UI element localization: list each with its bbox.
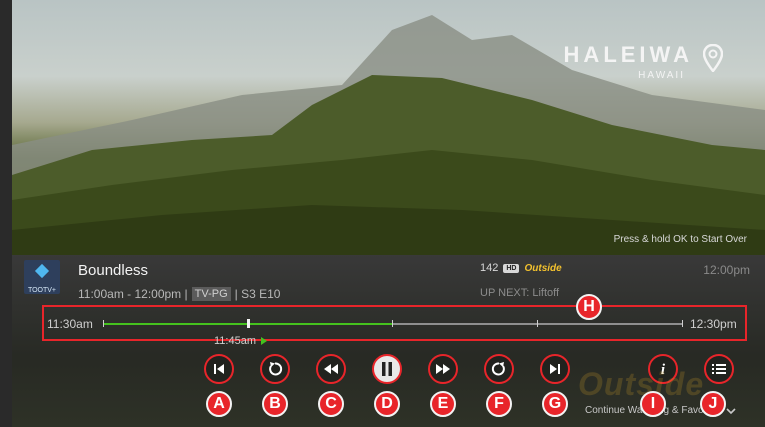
callout-badge-c: C	[318, 391, 344, 417]
callout-badge-b: B	[262, 391, 288, 417]
left-edge	[0, 0, 12, 427]
program-episode: | S3 E10	[234, 287, 281, 301]
timeline-tick	[103, 320, 104, 327]
hd-badge: HD	[503, 263, 520, 273]
location-label: HALEIWA HAWAII	[564, 42, 693, 81]
replay-icon	[269, 362, 283, 376]
player-screen: HALEIWA HAWAII Press & hold OK to Start …	[0, 0, 765, 427]
location-city: HALEIWA	[563, 42, 693, 67]
skip-forward-button[interactable]	[484, 354, 514, 384]
program-meta: 11:00am - 12:00pm | TV-PG | S3 E10	[78, 287, 280, 301]
program-title: Boundless	[78, 262, 149, 279]
rewind-button[interactable]	[316, 354, 346, 384]
callout-badge-a: A	[206, 391, 232, 417]
start-over-hint: Press & hold OK to Start Over	[613, 234, 747, 245]
rewind-icon	[324, 364, 338, 374]
channel-logo: TOOTV+	[24, 260, 60, 294]
callout-badge-i: I	[640, 391, 666, 417]
timeline-end-label: 12:30pm	[690, 317, 737, 331]
skip-forward-icon	[491, 362, 505, 376]
list-button[interactable]	[704, 354, 734, 384]
callout-badge-g: G	[542, 391, 568, 417]
logo-diamond-icon	[34, 263, 50, 279]
location-state: HAWAII	[638, 70, 685, 81]
callout-badge-f: F	[486, 391, 512, 417]
timeline-playhead[interactable]	[247, 319, 250, 328]
skip-next-icon	[550, 364, 560, 374]
chevron-down-icon	[726, 407, 737, 414]
fast-forward-button[interactable]	[428, 354, 458, 384]
logo-text: TOOTV+	[27, 287, 57, 294]
fast-forward-icon	[436, 364, 450, 374]
play-arrow-icon	[261, 337, 267, 345]
network-logo: Outside	[524, 262, 562, 274]
callout-badge-d: D	[374, 391, 400, 417]
skip-previous-button[interactable]	[204, 354, 234, 384]
rating-badge: TV-PG	[191, 287, 231, 301]
pause-button[interactable]	[372, 354, 402, 384]
video-backdrop	[12, 0, 765, 255]
timeline-tick	[392, 320, 393, 327]
callout-badge-j: J	[700, 391, 726, 417]
replay-button[interactable]	[260, 354, 290, 384]
timeline-marker: 11:45am	[214, 335, 267, 347]
pause-icon	[382, 362, 392, 376]
callout-badge-e: E	[430, 391, 456, 417]
callout-badge-h: H	[576, 294, 602, 320]
timeline-scrubber[interactable]	[103, 319, 683, 328]
program-time-range: 11:00am - 12:00pm |	[78, 287, 188, 301]
list-icon	[712, 364, 726, 374]
channel-info: 142 HD Outside	[480, 262, 562, 274]
timeline-marker-label: 11:45am	[214, 335, 256, 347]
skip-next-button[interactable]	[540, 354, 570, 384]
timeline-tick	[537, 320, 538, 327]
clock: 12:00pm	[703, 263, 750, 277]
channel-number: 142	[480, 262, 499, 274]
skip-previous-icon	[214, 364, 224, 374]
timeline-tick	[682, 320, 683, 327]
map-pin-icon	[703, 44, 723, 72]
timeline-start-label: 11:30am	[47, 317, 93, 331]
up-next: UP NEXT: Liftoff	[480, 287, 560, 299]
